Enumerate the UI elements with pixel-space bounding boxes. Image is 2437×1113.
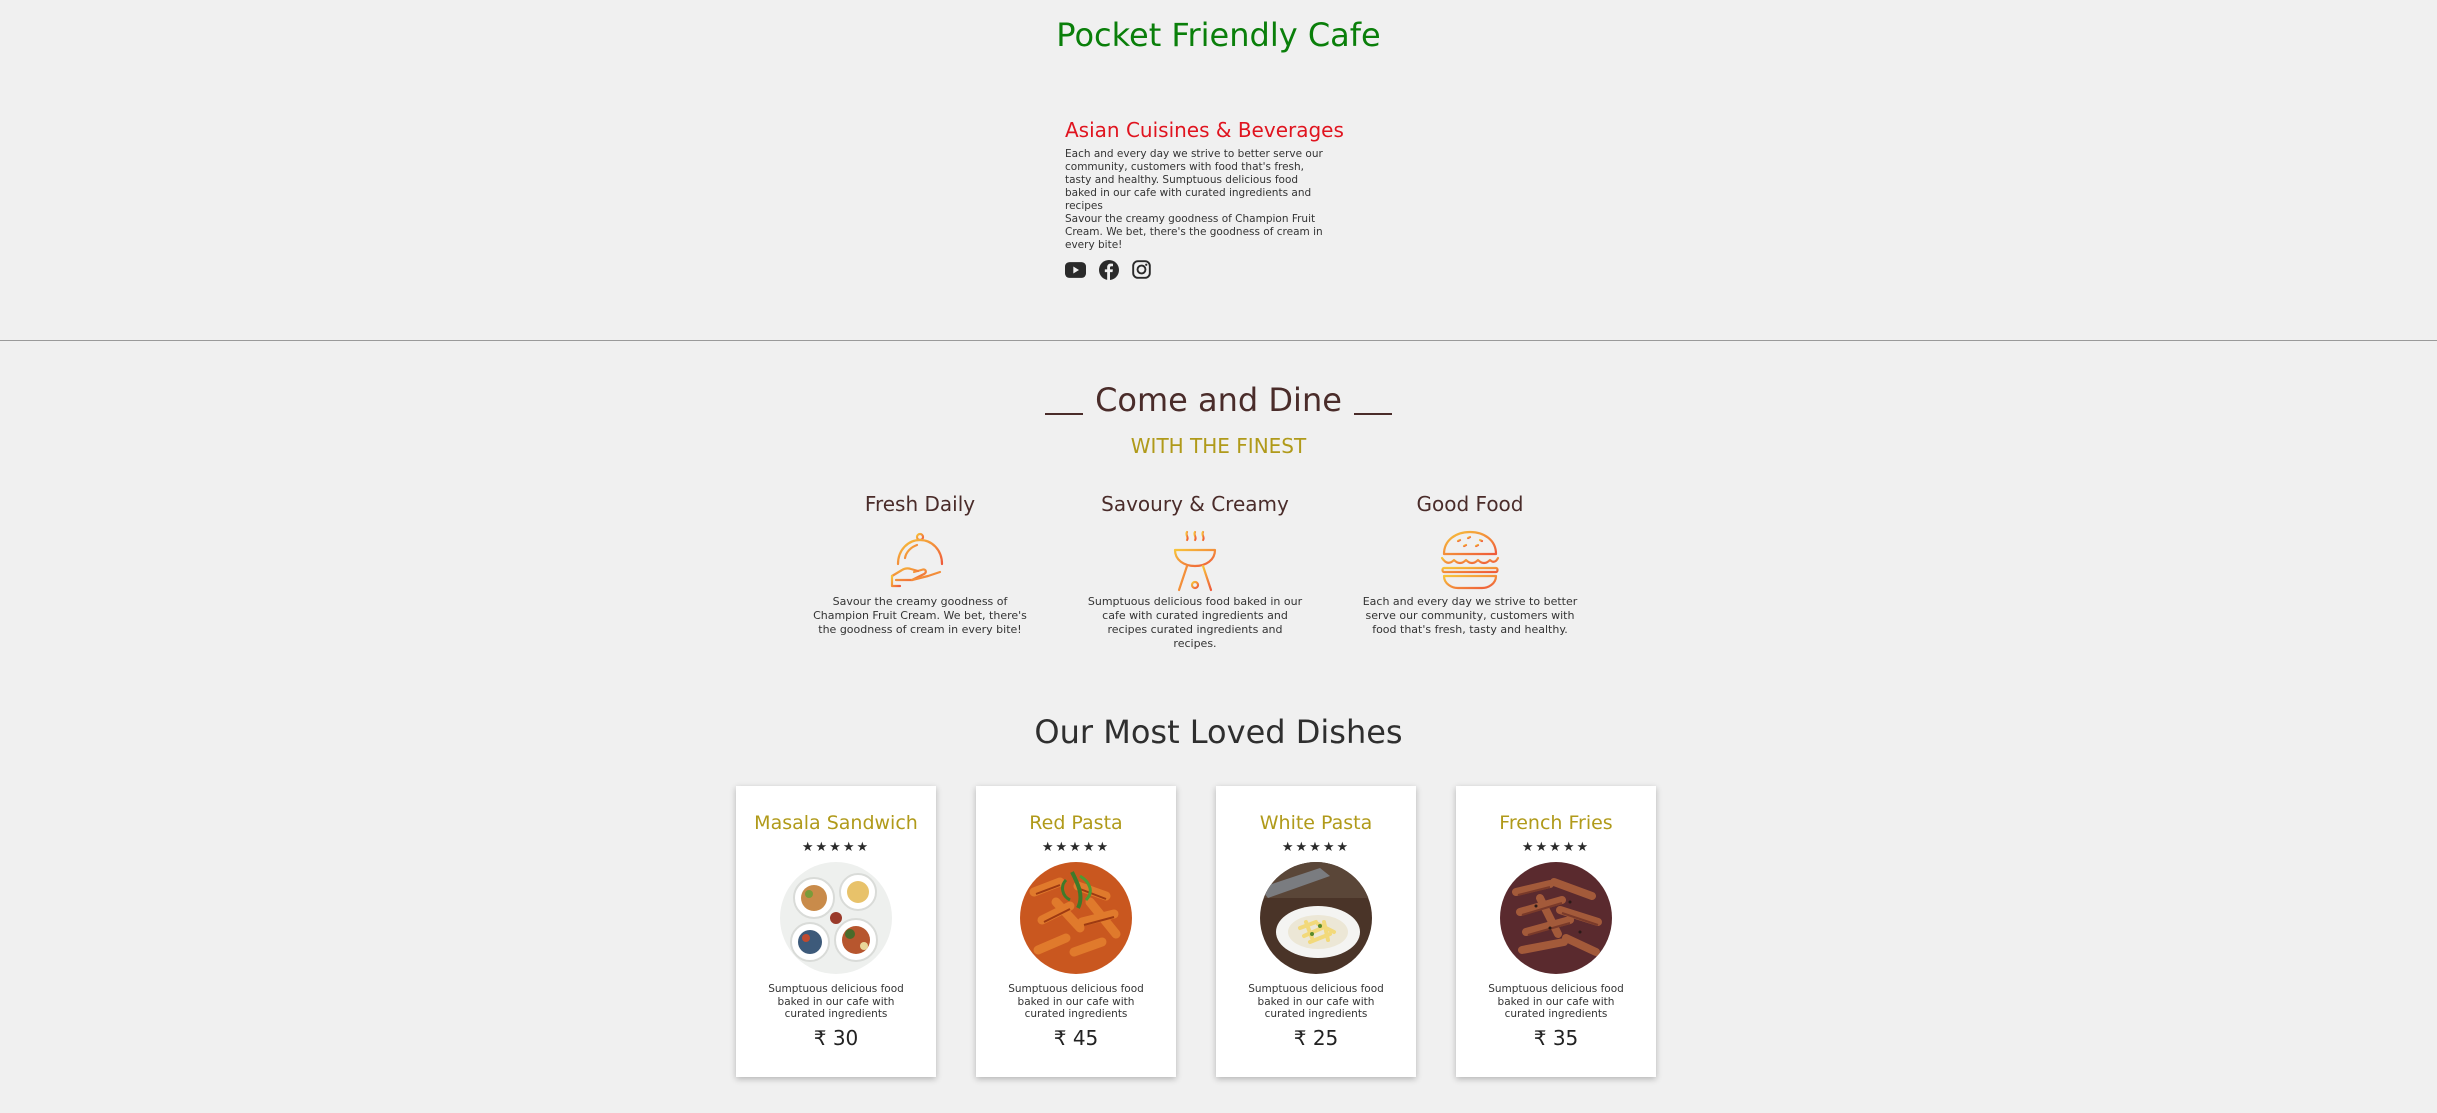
feature-text: Sumptuous delicious food baked in our ca… (1087, 595, 1303, 650)
about-paragraph: Each and every day we strive to better s… (1065, 148, 1327, 252)
burger-icon (1438, 528, 1502, 592)
instagram-icon[interactable] (1131, 259, 1152, 280)
dish-description: Sumptuous delicious food baked in our ca… (1248, 983, 1384, 1020)
facebook-icon[interactable] (1098, 259, 1119, 280)
dish-image (780, 862, 892, 974)
dish-name: White Pasta (1259, 812, 1373, 834)
dish-price: ₹ 35 (1533, 1025, 1579, 1050)
dish-name: Masala Sandwich (754, 812, 918, 834)
feature-savoury-creamy: Savoury & Creamy Sumptuous delicious foo… (1085, 490, 1305, 651)
about-heading: Asian Cuisines & Beverages (1065, 118, 1344, 142)
feature-text: Savour the creamy goodness of Champion F… (813, 595, 1027, 636)
section-divider (0, 340, 2437, 341)
social-links (1065, 259, 1327, 280)
site-title: Pocket Friendly Cafe (1056, 16, 1381, 54)
dish-price: ₹ 25 (1293, 1025, 1339, 1050)
title-rule-left (1045, 413, 1084, 415)
dish-description: Sumptuous delicious food baked in our ca… (1008, 983, 1144, 1020)
feature-title: Fresh Daily (864, 492, 976, 516)
dish-image (1260, 862, 1372, 974)
star-rating: ★★★★★ (801, 840, 871, 855)
feature-title: Good Food (1416, 492, 1524, 516)
dish-card-white-pasta[interactable]: White Pasta ★★★★★ Sumptuous delicious fo… (1216, 786, 1416, 1077)
feature-title: Savoury & Creamy (1101, 492, 1289, 516)
dish-name: Red Pasta (1029, 812, 1123, 834)
title-rule-right (1353, 413, 1392, 415)
dine-title-text: Come and Dine (1095, 381, 1342, 419)
feature-good-food: Good Food Each and every day we strive t… (1360, 490, 1580, 637)
dine-title: Come and Dine (0, 375, 2437, 425)
youtube-icon[interactable] (1065, 259, 1086, 280)
dish-card-red-pasta[interactable]: Red Pasta ★★★★★ Sumptuous delicious food… (976, 786, 1176, 1077)
star-rating: ★★★★★ (1281, 840, 1351, 855)
about-paragraph-2: Savour the creamy goodness of Champion F… (1065, 213, 1323, 251)
dishes-title: Our Most Loved Dishes (1034, 713, 1403, 751)
star-rating: ★★★★★ (1521, 840, 1591, 855)
cloche-serving-icon (888, 528, 952, 592)
feature-fresh-daily: Fresh Daily Savour the creamy goodness o… (810, 490, 1030, 637)
dish-description: Sumptuous delicious food baked in our ca… (1488, 983, 1624, 1020)
dish-price: ₹ 45 (1053, 1025, 1099, 1050)
dish-description: Sumptuous delicious food baked in our ca… (768, 983, 904, 1020)
about-section: Asian Cuisines & Beverages Each and ever… (1065, 116, 1344, 280)
star-rating: ★★★★★ (1041, 840, 1111, 855)
dine-subtitle: WITH THE FINEST (1130, 434, 1307, 458)
about-paragraph-1: Each and every day we strive to better s… (1065, 148, 1323, 212)
dish-image (1500, 862, 1612, 974)
feature-text: Each and every day we strive to better s… (1362, 595, 1578, 636)
dish-price: ₹ 30 (813, 1025, 859, 1050)
dish-card-french-fries[interactable]: French Fries ★★★★★ Sumptuous delicious f… (1456, 786, 1656, 1077)
dish-card-masala-sandwich[interactable]: Masala Sandwich ★★★★★ Sumptuous deliciou… (736, 786, 936, 1077)
grill-icon (1163, 528, 1227, 592)
dish-image (1020, 862, 1132, 974)
dish-name: French Fries (1499, 812, 1613, 834)
